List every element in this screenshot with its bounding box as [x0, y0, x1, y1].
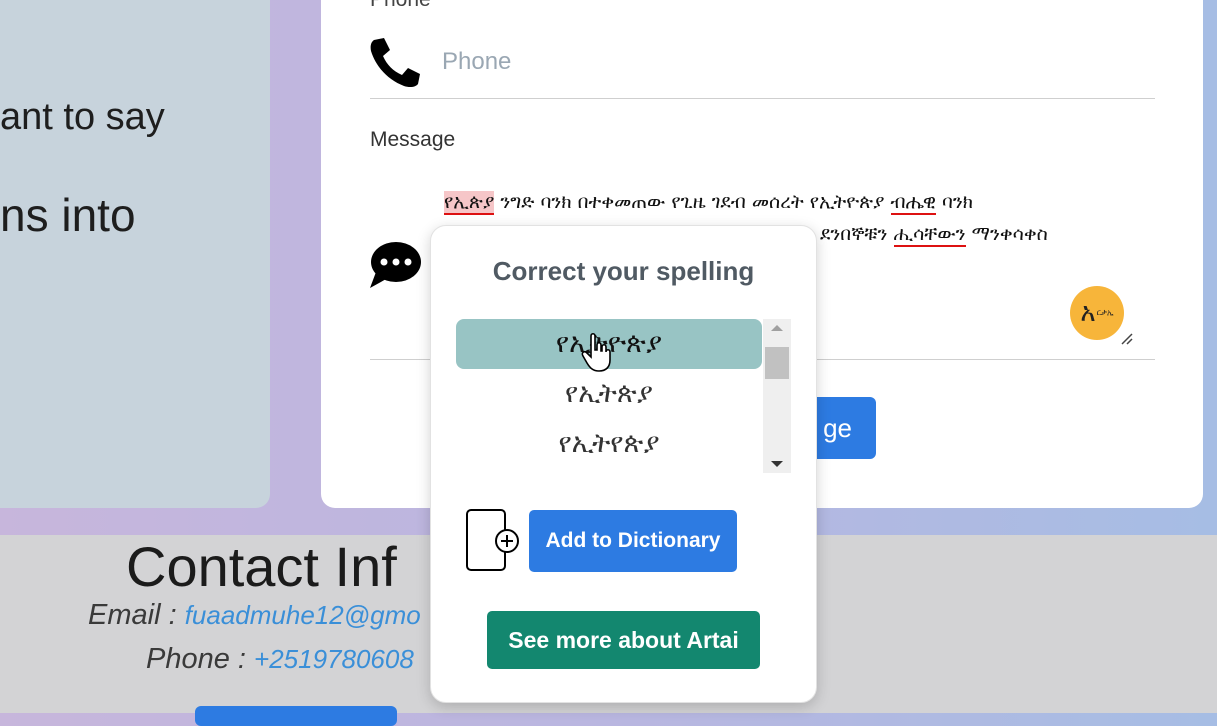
phone-field-title: Phone: [370, 0, 431, 12]
misspelled-word[interactable]: ሒሳቸውን: [893, 223, 966, 247]
misspelled-word-selected[interactable]: የኢጵያ: [444, 191, 495, 215]
contact-phone-row: Phone : +2519780608: [146, 643, 414, 676]
message-text-segment: ንግድ ባንክ በተቀመጠው የጊዜ ገደብ መሰረት የኢትዮጵያ: [494, 191, 891, 213]
suggestion-item[interactable]: የኢትጵያ: [456, 369, 762, 419]
hand-cursor-icon: [581, 332, 611, 372]
artai-logo-badge[interactable]: አ ርታኢ: [1070, 286, 1124, 340]
message-label: Message: [370, 128, 456, 151]
phone-underline: [370, 98, 1155, 99]
left-card-text-line2: ns into: [0, 189, 136, 241]
email-label: Email :: [88, 599, 185, 631]
left-card-text-line1: ant to say: [0, 96, 165, 138]
artai-logo-text: ርታኢ: [1096, 308, 1114, 317]
message-text-segment: ማንቀሳቀስ: [965, 223, 1048, 245]
contact-info-title: Contact Inf: [126, 535, 397, 598]
left-card: ant to say ns into: [0, 0, 270, 508]
phone-input[interactable]: [440, 44, 1144, 80]
popup-title: Correct your spelling: [492, 256, 755, 286]
email-link[interactable]: fuaadmuhe12@gmo: [185, 600, 421, 630]
scroll-down-arrow-icon[interactable]: [763, 455, 791, 473]
scroll-up-arrow-icon[interactable]: [763, 319, 791, 337]
message-text-segment: ባንክ: [935, 191, 974, 213]
phone-icon: [370, 38, 420, 88]
textarea-resize-handle[interactable]: [1120, 332, 1134, 346]
scroll-thumb[interactable]: [765, 347, 789, 379]
contact-button[interactable]: [195, 706, 397, 726]
message-line-1: የኢጵያ ንግድ ባንክ በተቀመጠው የጊዜ ገደብ መሰረት የኢትዮጵያ …: [444, 186, 1144, 218]
add-to-dictionary-icon: [466, 509, 519, 571]
chat-icon: [370, 242, 421, 288]
suggestion-item[interactable]: የኢትየጵያ: [456, 419, 762, 469]
spelling-popup: Correct your spelling የኢትዮጵያ የኢትጵያ የኢትየጵ…: [430, 225, 817, 703]
misspelled-word[interactable]: ብሔዊ: [890, 191, 936, 215]
add-to-dictionary-button[interactable]: Add to Dictionary: [529, 510, 737, 572]
suggestion-scrollbar[interactable]: [763, 319, 791, 473]
see-more-about-artai-button[interactable]: See more about Artai: [487, 611, 760, 669]
phone-label: Phone :: [146, 643, 255, 675]
phone-link[interactable]: +2519780608: [254, 644, 414, 674]
contact-email-row: Email : fuaadmuhe12@gmo: [88, 599, 421, 632]
artai-logo-glyph: አ: [1080, 298, 1096, 328]
message-text-segment: ደንበኞቹን: [820, 223, 894, 245]
